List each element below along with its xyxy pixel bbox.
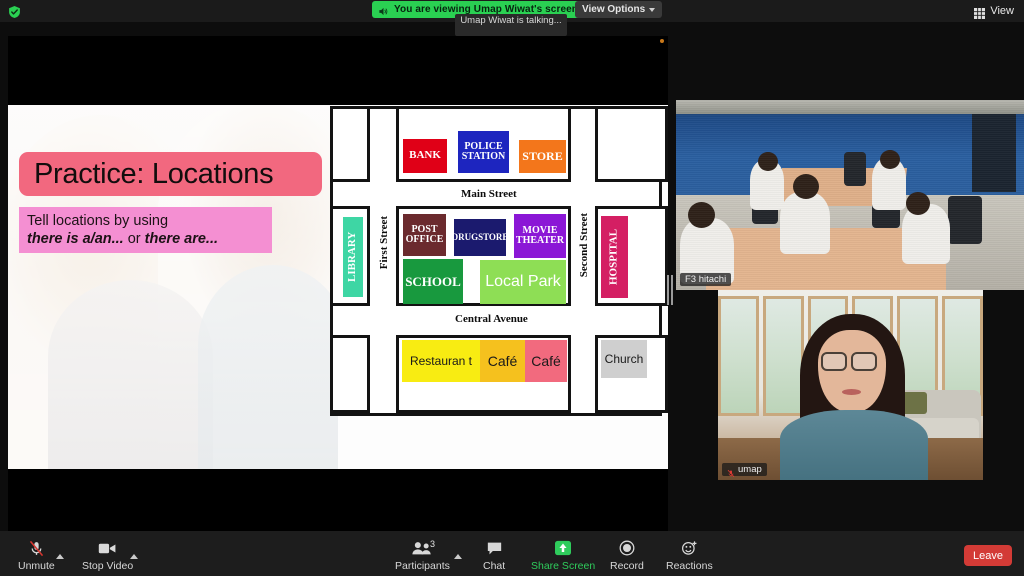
map-place-school: SCHOOL bbox=[403, 259, 463, 304]
chat-label: Chat bbox=[483, 560, 506, 572]
map-place-movie-theater: MOVIE THEATER bbox=[514, 214, 566, 258]
map-place-store-label: STORE bbox=[522, 149, 563, 164]
map-place-local-park-label: Local Park bbox=[485, 272, 561, 290]
leave-button[interactable]: Leave bbox=[964, 545, 1012, 566]
phrase-there-is: there is a/an... bbox=[27, 231, 124, 247]
map-block-empty-bottomleft bbox=[330, 335, 370, 413]
locations-map: BANK POLICE STATION STORE Main Street LI… bbox=[330, 106, 668, 416]
map-place-post-office-label: POST OFFICE bbox=[405, 223, 444, 245]
shared-screen-area[interactable]: Practice: Locations Tell locations by us… bbox=[8, 36, 668, 531]
map-place-store: STORE bbox=[519, 140, 566, 173]
map-street-central: Central Avenue bbox=[455, 313, 528, 325]
leave-label: Leave bbox=[973, 549, 1003, 562]
subtitle-line-1: Tell locations by using bbox=[27, 213, 169, 229]
video-tile-f3-hitachi[interactable]: F3 hitachi bbox=[676, 100, 1024, 290]
map-place-local-park: Local Park bbox=[480, 260, 566, 304]
map-block-empty-topleft bbox=[330, 106, 370, 182]
map-place-library-label: LIBRARY bbox=[346, 231, 359, 283]
subtitle-line-2: there is a/an... or there are... bbox=[27, 230, 272, 248]
video-tile-umap[interactable]: umap bbox=[718, 290, 983, 480]
map-street-main: Main Street bbox=[461, 188, 517, 200]
view-button-label: View bbox=[990, 5, 1014, 17]
participants-label: Participants bbox=[395, 560, 450, 572]
map-place-cafe-2-label: Café bbox=[531, 352, 561, 369]
record-button[interactable]: Record bbox=[610, 539, 644, 572]
map-place-bank-label: BANK bbox=[409, 149, 441, 162]
map-place-school-label: SCHOOL bbox=[405, 273, 461, 289]
meeting-toolbar: Unmute Stop Video Participants 3 Chat Sh… bbox=[0, 531, 1024, 576]
eyeglasses-left-icon bbox=[821, 352, 847, 371]
map-place-post-office: POST OFFICE bbox=[403, 214, 446, 256]
map-place-cafe-1: Café bbox=[480, 340, 525, 382]
participants-count: 3 bbox=[430, 539, 436, 549]
unmute-button[interactable]: Unmute bbox=[18, 539, 55, 572]
microphone-muted-icon bbox=[28, 539, 45, 557]
chevron-down-icon bbox=[649, 7, 656, 12]
speaker-torso bbox=[780, 410, 928, 480]
speaker-face bbox=[818, 330, 886, 412]
share-screen-label: Share Screen bbox=[531, 560, 596, 572]
record-label: Record bbox=[610, 560, 644, 572]
map-place-drugstore: DRUGSTORE bbox=[451, 219, 509, 256]
map-place-movie-theater-label: MOVIE THEATER bbox=[515, 224, 565, 246]
share-screen-icon bbox=[554, 539, 572, 557]
slide-title-banner: Practice: Locations bbox=[19, 152, 322, 196]
map-place-church-label: Church bbox=[604, 351, 644, 366]
video-name-chip: F3 hitachi bbox=[680, 273, 732, 286]
map-place-restaurant-label: Restauran t bbox=[409, 353, 473, 368]
chat-bubble-icon bbox=[486, 539, 503, 557]
participant-name: umap bbox=[738, 464, 762, 475]
video-options-caret[interactable] bbox=[130, 537, 138, 559]
reactions-label: Reactions bbox=[666, 560, 713, 572]
slide-subtitle-box: Tell locations by using there is a/an...… bbox=[19, 207, 272, 253]
view-layout-button[interactable]: View bbox=[974, 3, 1014, 19]
map-place-library: LIBRARY bbox=[343, 217, 363, 297]
conjunction-or: or bbox=[123, 231, 145, 247]
map-place-cafe-1-label: Café bbox=[487, 352, 518, 369]
map-place-cafe-2: Café bbox=[525, 340, 567, 382]
reactions-icon bbox=[681, 539, 698, 557]
participant-name: F3 hitachi bbox=[685, 274, 727, 285]
active-speaker-toast: Umap Wiwat is talking... bbox=[455, 14, 567, 36]
stop-video-label: Stop Video bbox=[82, 560, 134, 572]
map-place-bank: BANK bbox=[403, 139, 447, 173]
map-block-empty-topright bbox=[595, 106, 668, 182]
speaker-icon bbox=[378, 4, 389, 16]
microphone-muted-icon bbox=[727, 465, 735, 478]
video-camera-icon bbox=[98, 539, 117, 557]
record-icon bbox=[619, 539, 635, 557]
view-options-label: View Options bbox=[582, 4, 646, 15]
phrase-there-are: there are... bbox=[144, 231, 219, 247]
reactions-button[interactable]: Reactions bbox=[666, 539, 713, 572]
grid-icon bbox=[974, 6, 986, 19]
map-place-hospital-label: HOSPITAL bbox=[607, 228, 620, 286]
stop-video-button[interactable]: Stop Video bbox=[82, 539, 133, 572]
participants-button[interactable]: Participants bbox=[395, 539, 450, 572]
share-screen-button[interactable]: Share Screen bbox=[531, 539, 595, 572]
audio-options-caret[interactable] bbox=[56, 537, 64, 559]
map-place-police-station-label: POLICE STATION bbox=[461, 140, 506, 162]
map-place-drugstore-label: DRUGSTORE bbox=[451, 231, 509, 242]
unmute-label: Unmute bbox=[18, 560, 55, 572]
map-place-hospital: HOSPITAL bbox=[601, 216, 628, 298]
sharing-indicator-dot bbox=[660, 39, 664, 43]
page-title: Practice: Locations bbox=[34, 157, 274, 190]
active-speaker-text: Umap Wiwat is talking... bbox=[460, 15, 562, 26]
eyeglasses-right-icon bbox=[851, 352, 877, 371]
map-street-first: First Street bbox=[378, 216, 390, 270]
map-street-second: Second Street bbox=[578, 213, 590, 278]
shared-screen-scrollbar[interactable] bbox=[667, 275, 674, 305]
video-name-chip: umap bbox=[722, 463, 767, 478]
encryption-shield-icon[interactable] bbox=[8, 5, 21, 19]
map-place-church: Church bbox=[601, 340, 647, 378]
speaker-lips bbox=[842, 389, 861, 395]
view-options-button[interactable]: View Options bbox=[575, 1, 663, 18]
map-place-police-station: POLICE STATION bbox=[458, 131, 509, 173]
participants-caret[interactable] bbox=[454, 537, 462, 559]
presentation-slide: Practice: Locations Tell locations by us… bbox=[8, 105, 668, 469]
chat-button[interactable]: Chat bbox=[483, 539, 505, 572]
map-place-restaurant: Restauran t bbox=[402, 340, 480, 382]
